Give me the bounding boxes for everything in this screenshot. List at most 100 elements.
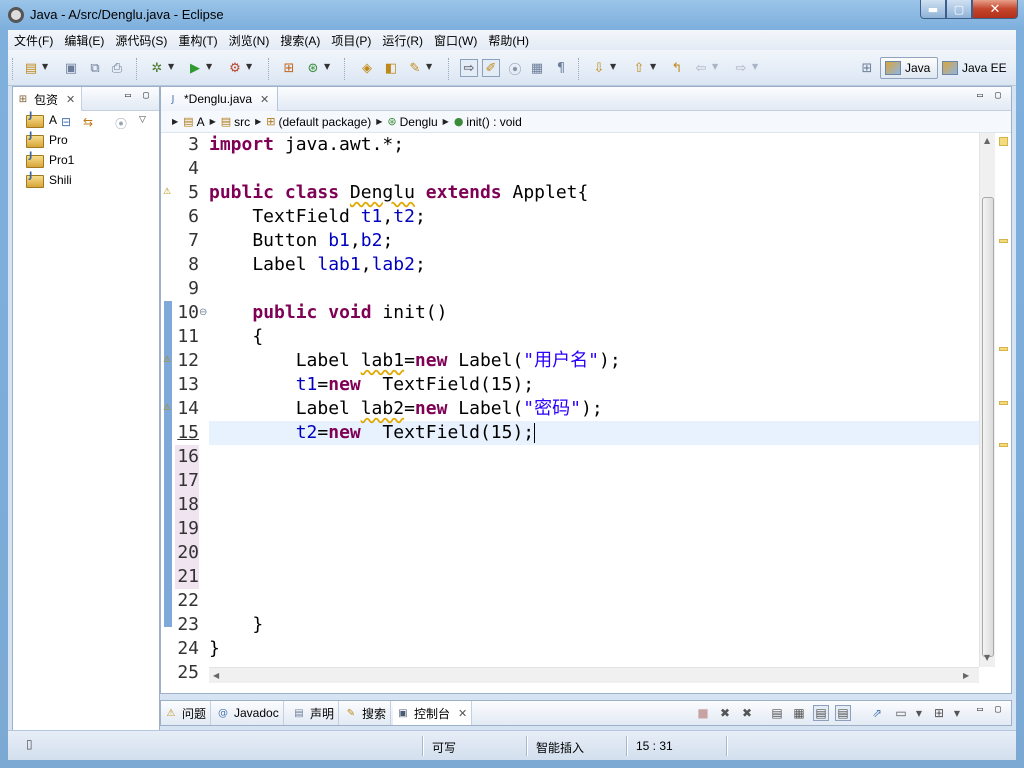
open-resource-icon[interactable]: ◧ [382,59,400,77]
scroll-down-icon[interactable]: ▼ [984,653,990,662]
menu-run[interactable]: 运行(R) [376,32,428,49]
menu-search[interactable]: 搜索(A) [274,32,325,49]
chevron-right-icon[interactable]: ▶ [210,117,216,126]
tab-denglu-java[interactable]: J *Denglu.java ✕ [161,87,279,111]
run-dropdown-icon[interactable]: ▼ [206,62,212,71]
forward-dropdown-icon[interactable]: ▼ [752,62,758,71]
new-java-project-icon[interactable]: ⊞ [280,59,298,77]
warning-marker[interactable] [999,401,1008,405]
back-icon[interactable]: ⇦ [692,59,710,77]
previous-annotation-dropdown-icon[interactable]: ▼ [650,62,656,71]
minimize-button[interactable]: ▬ [920,0,946,19]
menu-file[interactable]: 文件(F) [8,32,58,49]
next-annotation-dropdown-icon[interactable]: ▼ [610,62,616,71]
minimize-view-icon[interactable]: ▭ [977,704,989,716]
close-icon[interactable]: ✕ [66,93,75,106]
new-class-icon[interactable]: ⊛ [304,59,322,77]
view-filters-icon[interactable]: ⦿ [115,115,131,131]
chevron-right-icon[interactable]: ▶ [376,117,382,126]
open-console-dropdown-icon[interactable]: ▼ [949,705,965,721]
block-selection-icon[interactable]: ▦ [528,59,546,77]
whitespace-icon[interactable]: ⦿ [506,59,524,78]
last-edit-location-icon[interactable]: ↰ [668,59,686,77]
perspective-java[interactable]: Java [880,57,938,79]
show-whitespace-icon[interactable]: ¶ [552,59,570,77]
menu-help[interactable]: 帮助(H) [482,32,534,49]
search-icon[interactable]: ✎ [406,59,424,77]
forward-icon[interactable]: ⇨ [732,59,750,77]
fast-view-icon[interactable]: ▯ [26,737,33,751]
show-on-output-icon[interactable]: ▤ [813,705,829,721]
chevron-right-icon[interactable]: ▶ [172,117,178,126]
overview-ruler[interactable] [995,133,1011,681]
project-pro[interactable]: Pro [26,130,74,150]
show-on-error-icon[interactable]: ▤ [835,705,851,721]
display-console-icon[interactable]: ▭ [893,705,909,721]
breadcrumb-src[interactable]: src [234,115,250,129]
code-area[interactable]: ⚠ ⚠ ⚠ 3 4 5 6 7 8 9 10 11 12 13 14 15 16… [161,133,979,681]
mark-occurrences-icon[interactable]: ✐ [482,59,500,77]
menu-navigate[interactable]: 浏览(N) [223,32,275,49]
external-tools-icon[interactable]: ⚙ [226,59,244,77]
scrollbar-thumb[interactable] [982,197,994,657]
external-tools-dropdown-icon[interactable]: ▼ [246,62,252,71]
scroll-up-icon[interactable]: ▲ [984,136,990,145]
menu-refactor[interactable]: 重构(T) [172,32,222,49]
breadcrumb-method[interactable]: init() : void [466,115,521,129]
tab-package-explorer[interactable]: ⊞ 包资 ✕ [13,87,83,111]
remove-launch-icon[interactable]: ✖ [717,705,733,721]
view-menu-icon[interactable]: ▽ [139,115,155,131]
print-icon[interactable]: ⎙ [108,59,126,77]
run-icon[interactable]: ▶ [186,59,204,77]
scroll-right-icon[interactable]: ▶ [963,671,969,680]
warning-marker[interactable] [999,239,1008,243]
debug-dropdown-icon[interactable]: ▼ [168,62,174,71]
new-class-dropdown-icon[interactable]: ▼ [324,62,330,71]
scroll-lock-icon[interactable]: ▦ [791,705,807,721]
debug-icon[interactable]: ✲ [148,59,166,77]
warning-marker[interactable] [999,347,1008,351]
chevron-right-icon[interactable]: ▶ [443,117,449,126]
open-perspective-icon[interactable]: ⊞ [858,59,876,77]
toggle-breadcrumb-icon[interactable]: ⇨ [460,59,478,77]
tab-declaration[interactable]: ▤ 声明 [289,701,340,725]
maximize-view-icon[interactable]: ▢ [995,704,1007,716]
tab-search[interactable]: ✎ 搜索 [341,701,392,725]
close-icon[interactable]: ✕ [458,707,467,720]
project-shili[interactable]: Shili [26,170,74,190]
next-annotation-icon[interactable]: ⇩ [590,59,608,77]
horizontal-scrollbar[interactable]: ◀ ▶ [209,667,979,683]
open-type-icon[interactable]: ◈ [358,59,376,77]
save-all-icon[interactable]: ⧉ [86,59,104,77]
open-console-icon[interactable]: ⊞ [931,705,947,721]
maximize-view-icon[interactable]: ▢ [143,90,155,102]
search-dropdown-icon[interactable]: ▼ [426,62,432,71]
breadcrumb-package[interactable]: (default package) [279,115,372,129]
perspective-javaee[interactable]: Java EE [940,57,1012,79]
previous-annotation-icon[interactable]: ⇧ [630,59,648,77]
link-with-editor-icon[interactable]: ⇆ [83,115,99,131]
terminate-icon[interactable]: ■ [695,705,711,721]
warning-summary-icon[interactable] [999,137,1008,146]
vertical-scrollbar[interactable]: ▲ ▼ [979,133,995,667]
project-pro1[interactable]: Pro1 [26,150,74,170]
project-a[interactable]: A [26,110,74,130]
minimize-view-icon[interactable]: ▭ [125,90,137,102]
breadcrumb-project[interactable]: A [197,115,205,129]
warning-icon[interactable]: ⚠ [163,355,174,366]
clear-console-icon[interactable]: ▤ [769,705,785,721]
new-icon[interactable]: ▤ [22,59,40,77]
back-dropdown-icon[interactable]: ▼ [712,62,718,71]
menu-edit[interactable]: 编辑(E) [58,32,109,49]
tab-problems[interactable]: ⚠ 问题 [161,701,212,725]
save-icon[interactable]: ▣ [62,59,80,77]
maximize-view-icon[interactable]: ▢ [995,90,1007,102]
warning-marker[interactable] [999,443,1008,447]
close-button[interactable]: ✕ [972,0,1018,19]
breadcrumb-class[interactable]: Denglu [400,115,438,129]
scroll-left-icon[interactable]: ◀ [213,671,219,680]
pin-console-icon[interactable]: ⇗ [869,705,885,721]
maximize-button[interactable]: ▢ [946,0,972,19]
warning-icon[interactable]: ⚠ [163,187,174,198]
tab-console[interactable]: ▣ 控制台 ✕ [393,701,473,725]
